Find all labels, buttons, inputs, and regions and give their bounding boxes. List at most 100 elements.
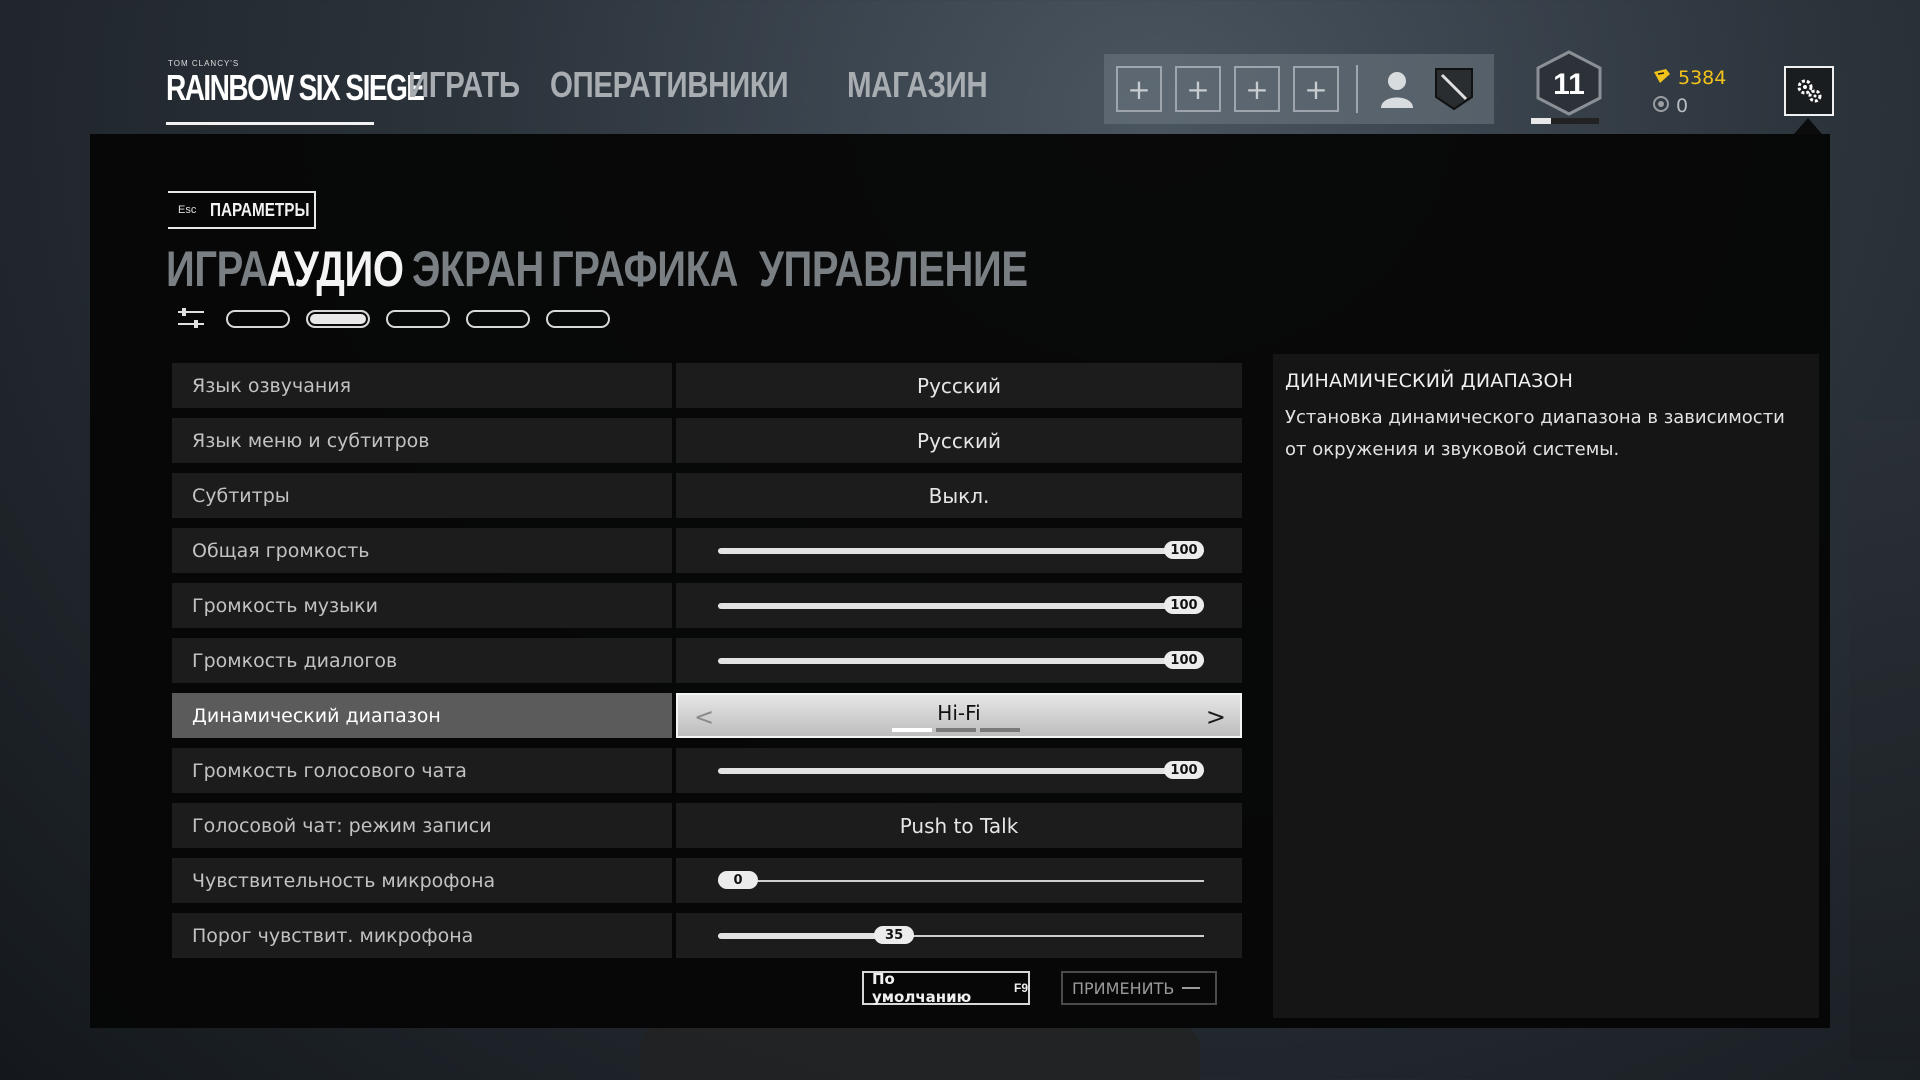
renown-icon (1652, 67, 1672, 89)
slider-handle[interactable]: 100 (1164, 541, 1204, 559)
slider-handle[interactable]: 35 (874, 926, 915, 944)
nav-shop[interactable]: МАГАЗИН (847, 64, 988, 106)
background-scenery (1850, 420, 1920, 1060)
tab-controls[interactable]: УПРАВЛЕНИЕ (759, 240, 1028, 298)
option-pip (936, 728, 976, 732)
tab-display[interactable]: ЭКРАН (412, 240, 544, 298)
description-title: ДИНАМИЧЕСКИЙ ДИАПАЗОН (1285, 370, 1574, 392)
setting-row-voice-language[interactable]: Язык озвучания Русский (172, 363, 1242, 408)
nav-play[interactable]: ИГРАТЬ (408, 64, 520, 106)
shield-icon[interactable] (1434, 66, 1474, 112)
setting-label: Язык озвучания (172, 363, 672, 408)
setting-label: Голосовой чат: режим записи (172, 803, 672, 848)
tab-indicator-pill[interactable] (226, 310, 290, 328)
rank-badge[interactable]: 11 (1531, 50, 1604, 128)
setting-label: Громкость музыки (172, 583, 672, 628)
chevron-left-icon[interactable]: < (694, 703, 714, 731)
back-key-hint: Esc (178, 204, 197, 216)
chevron-right-icon[interactable]: > (1206, 703, 1226, 731)
option-pip-active (892, 728, 932, 732)
mic-sensitivity-slider[interactable]: 0 (718, 871, 1204, 889)
renown-amount: 5384 (1678, 67, 1727, 89)
filter-icon[interactable] (176, 306, 206, 332)
gear-icon (1797, 79, 1822, 103)
squad-slot-invite[interactable]: + (1175, 66, 1221, 112)
squad-slot-invite[interactable]: + (1234, 66, 1280, 112)
tab-graphics[interactable]: ГРАФИКА (551, 240, 739, 298)
music-volume-slider[interactable]: 100 (718, 596, 1204, 614)
menu-language-select[interactable]: Русский (676, 418, 1242, 463)
option-pip (980, 728, 1020, 732)
dialog-volume-cell: 100 (676, 638, 1242, 683)
setting-label: Субтитры (172, 473, 672, 518)
settings-tabs: ИГРА АУДИО ЭКРАН ГРАФИКА УПРАВЛЕНИЕ (166, 240, 1069, 298)
mic-threshold-slider[interactable]: 35 (718, 926, 1204, 944)
tab-indicator-pill[interactable] (386, 310, 450, 328)
mic-threshold-cell: 35 (676, 913, 1242, 958)
squad-bar: + + + + (1104, 54, 1494, 124)
setting-label: Громкость диалогов (172, 638, 672, 683)
tab-indicator-pill-active[interactable] (306, 310, 370, 328)
slider-handle[interactable]: 100 (1164, 596, 1204, 614)
mic-sensitivity-cell: 0 (676, 858, 1242, 903)
setting-label: Громкость голосового чата (172, 748, 672, 793)
background-character (640, 1020, 1200, 1080)
voice-language-select[interactable]: Русский (676, 363, 1242, 408)
squad-slot-invite[interactable]: + (1293, 66, 1339, 112)
reset-defaults-label: По умолчанию (872, 970, 972, 1006)
setting-label: Язык меню и субтитров (172, 418, 672, 463)
setting-row-voice-chat-volume[interactable]: Громкость голосового чата 100 (172, 748, 1242, 793)
slider-fill (718, 768, 1184, 774)
slider-fill (718, 933, 895, 939)
credits-icon (1652, 95, 1670, 118)
setting-row-mic-sensitivity[interactable]: Чувствительность микрофона 0 (172, 858, 1242, 903)
slider-fill (718, 548, 1184, 554)
settings-caret (1794, 118, 1822, 134)
back-button[interactable]: Esc ПАРАМЕТРЫ (168, 191, 316, 229)
main-nav: ИГРАТЬ ОПЕРАТИВНИКИ МАГАЗИН (408, 64, 988, 106)
description-text: Установка динамического диапазона в зави… (1285, 407, 1785, 460)
slider-track (718, 880, 1204, 882)
slider-handle[interactable]: 100 (1164, 761, 1204, 779)
setting-row-mic-threshold[interactable]: Порог чувствит. микрофона 35 (172, 913, 1242, 958)
tab-audio[interactable]: АУДИО (267, 240, 404, 298)
settings-button[interactable] (1784, 66, 1834, 116)
slider-fill (718, 658, 1184, 664)
slider-handle[interactable]: 0 (718, 871, 758, 889)
description-panel: ДИНАМИЧЕСКИЙ ДИАПАЗОН Установка динамиче… (1273, 354, 1819, 1018)
voice-chat-volume-cell: 100 (676, 748, 1242, 793)
dynamic-range-value: Hi-Fi (937, 700, 981, 725)
key-hint: F9 (1013, 981, 1028, 995)
voice-chat-mode-select[interactable]: Push to Talk (676, 803, 1242, 848)
slider-handle[interactable]: 100 (1164, 651, 1204, 669)
dynamic-range-selector[interactable]: < Hi-Fi > (676, 693, 1242, 738)
tab-indicator-pill[interactable] (466, 310, 530, 328)
setting-row-master-volume[interactable]: Общая громкость 100 (172, 528, 1242, 573)
reset-defaults-button[interactable]: По умолчанию F9 (862, 970, 1030, 1006)
dialog-volume-slider[interactable]: 100 (718, 651, 1204, 669)
setting-label: Динамический диапазон (172, 693, 672, 738)
apply-button[interactable]: ПРИМЕНИТЬ (1061, 971, 1217, 1005)
squad-divider (1356, 65, 1358, 113)
credits-row: 0 (1652, 92, 1726, 120)
tab-indicator-pill[interactable] (546, 310, 610, 328)
setting-label: Общая громкость (172, 528, 672, 573)
master-volume-slider[interactable]: 100 (718, 541, 1204, 559)
nav-operators[interactable]: ОПЕРАТИВНИКИ (550, 64, 789, 106)
setting-row-voice-chat-mode[interactable]: Голосовой чат: режим записи Push to Talk (172, 803, 1242, 848)
master-volume-cell: 100 (676, 528, 1242, 573)
setting-row-music-volume[interactable]: Громкость музыки 100 (172, 583, 1242, 628)
setting-row-menu-language[interactable]: Язык меню и субтитров Русский (172, 418, 1242, 463)
squad-slot-invite[interactable]: + (1116, 66, 1162, 112)
profile-icon[interactable] (1374, 66, 1420, 112)
subtitles-select[interactable]: Выкл. (676, 473, 1242, 518)
renown-row: 5384 (1652, 64, 1726, 92)
setting-row-dynamic-range[interactable]: Динамический диапазон < Hi-Fi > (172, 693, 1242, 738)
enter-key-icon (1182, 987, 1201, 989)
rank-level: 11 (1553, 68, 1585, 101)
back-label: ПАРАМЕТРЫ (210, 199, 310, 220)
tab-game[interactable]: ИГРА (166, 240, 268, 298)
voice-chat-volume-slider[interactable]: 100 (718, 761, 1204, 779)
setting-row-dialog-volume[interactable]: Громкость диалогов 100 (172, 638, 1242, 683)
setting-row-subtitles[interactable]: Субтитры Выкл. (172, 473, 1242, 518)
